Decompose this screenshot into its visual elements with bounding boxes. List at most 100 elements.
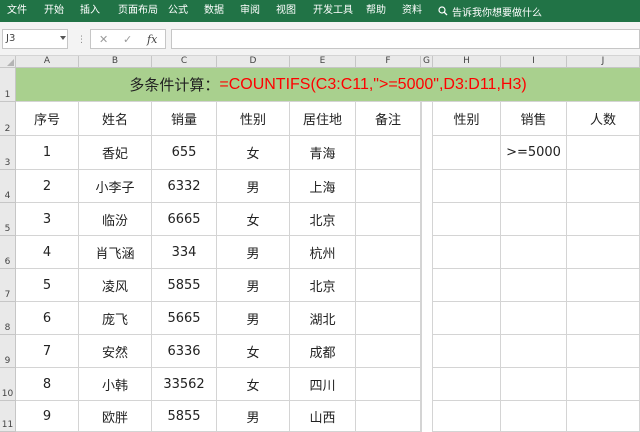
empty-cell[interactable] bbox=[433, 368, 501, 401]
criteria-header-gender[interactable]: 性别 bbox=[433, 102, 501, 136]
table-cell[interactable]: 女 bbox=[217, 368, 290, 401]
row-header-4[interactable]: 4 bbox=[0, 170, 16, 203]
row-header-5[interactable]: 5 bbox=[0, 203, 16, 236]
column-header-b[interactable]: B bbox=[79, 56, 152, 68]
empty-cell[interactable] bbox=[567, 368, 640, 401]
row-header-2[interactable]: 2 bbox=[0, 102, 16, 136]
column-header-d[interactable]: D bbox=[217, 56, 290, 68]
table-cell[interactable]: 1 bbox=[16, 136, 79, 170]
table-cell[interactable]: 青海 bbox=[290, 136, 356, 170]
table-cell[interactable]: 肖飞涵 bbox=[79, 236, 152, 269]
criteria-cell-sales[interactable]: >=5000 bbox=[501, 136, 567, 170]
enter-icon[interactable]: ✓ bbox=[123, 32, 132, 48]
empty-cell[interactable] bbox=[501, 236, 567, 269]
table-cell[interactable]: 北京 bbox=[290, 269, 356, 302]
tab-developer[interactable]: 开发工具 bbox=[313, 0, 353, 22]
empty-cell[interactable] bbox=[433, 401, 501, 432]
insert-function-icon[interactable]: fx bbox=[147, 32, 157, 48]
empty-cell[interactable] bbox=[501, 401, 567, 432]
table-cell[interactable]: 655 bbox=[152, 136, 217, 170]
table-cell[interactable]: 8 bbox=[16, 368, 79, 401]
column-header-h[interactable]: H bbox=[433, 56, 501, 68]
table-cell[interactable]: 7 bbox=[16, 335, 79, 368]
empty-cell[interactable] bbox=[501, 269, 567, 302]
table-cell[interactable] bbox=[356, 236, 421, 269]
column-header-c[interactable]: C bbox=[152, 56, 217, 68]
table-cell[interactable]: 欧胖 bbox=[79, 401, 152, 432]
tab-insert[interactable]: 插入 bbox=[80, 0, 100, 22]
empty-cell[interactable] bbox=[433, 302, 501, 335]
tab-help[interactable]: 帮助 bbox=[366, 0, 386, 22]
table-cell[interactable]: 6332 bbox=[152, 170, 217, 203]
empty-cell[interactable] bbox=[567, 203, 640, 236]
table-cell[interactable]: 山西 bbox=[290, 401, 356, 432]
column-header-a[interactable]: A bbox=[16, 56, 79, 68]
tab-file[interactable]: 文件 bbox=[7, 0, 27, 22]
empty-cell[interactable] bbox=[567, 335, 640, 368]
empty-cell[interactable] bbox=[501, 302, 567, 335]
row-header-6[interactable]: 6 bbox=[0, 236, 16, 269]
criteria-header-sales[interactable]: 销售 bbox=[501, 102, 567, 136]
column-header-f[interactable]: F bbox=[356, 56, 421, 68]
table-cell[interactable] bbox=[356, 269, 421, 302]
table-cell[interactable] bbox=[356, 203, 421, 236]
empty-cell[interactable] bbox=[501, 335, 567, 368]
empty-cell[interactable] bbox=[501, 368, 567, 401]
criteria-cell-count[interactable] bbox=[567, 136, 640, 170]
table-cell[interactable]: 6336 bbox=[152, 335, 217, 368]
more-options-icon[interactable]: ⋮ bbox=[77, 35, 86, 45]
empty-cell[interactable] bbox=[433, 269, 501, 302]
empty-cell[interactable] bbox=[501, 203, 567, 236]
empty-cell[interactable] bbox=[567, 401, 640, 432]
empty-cell[interactable] bbox=[433, 236, 501, 269]
empty-cell[interactable] bbox=[567, 269, 640, 302]
table-cell[interactable]: 小李子 bbox=[79, 170, 152, 203]
row-header-1[interactable]: 1 bbox=[0, 68, 16, 102]
tab-view[interactable]: 视图 bbox=[276, 0, 296, 22]
column-header-e[interactable]: E bbox=[290, 56, 356, 68]
column-header-j[interactable]: J bbox=[567, 56, 640, 68]
empty-cell[interactable] bbox=[433, 203, 501, 236]
criteria-cell-gender[interactable] bbox=[433, 136, 501, 170]
table-cell[interactable]: 5855 bbox=[152, 401, 217, 432]
header-cell-sales[interactable]: 销量 bbox=[152, 102, 217, 136]
table-cell[interactable]: 男 bbox=[217, 302, 290, 335]
criteria-header-count[interactable]: 人数 bbox=[567, 102, 640, 136]
header-cell-notes[interactable]: 备注 bbox=[356, 102, 421, 136]
table-cell[interactable]: 男 bbox=[217, 269, 290, 302]
table-cell[interactable] bbox=[356, 335, 421, 368]
column-header-i[interactable]: I bbox=[501, 56, 567, 68]
table-cell[interactable]: 男 bbox=[217, 401, 290, 432]
table-cell[interactable]: 杭州 bbox=[290, 236, 356, 269]
table-cell[interactable]: 四川 bbox=[290, 368, 356, 401]
column-header-g[interactable]: G bbox=[421, 56, 433, 68]
header-cell-residence[interactable]: 居住地 bbox=[290, 102, 356, 136]
table-cell[interactable] bbox=[356, 401, 421, 432]
table-cell[interactable]: 成都 bbox=[290, 335, 356, 368]
table-cell[interactable] bbox=[356, 368, 421, 401]
cancel-icon[interactable]: ✕ bbox=[99, 32, 108, 48]
table-cell[interactable]: 5665 bbox=[152, 302, 217, 335]
empty-cell[interactable] bbox=[567, 170, 640, 203]
table-cell[interactable] bbox=[356, 302, 421, 335]
table-cell[interactable] bbox=[356, 170, 421, 203]
row-header-7[interactable]: 7 bbox=[0, 269, 16, 302]
table-cell[interactable]: 6665 bbox=[152, 203, 217, 236]
table-cell[interactable]: 4 bbox=[16, 236, 79, 269]
table-cell[interactable]: 5 bbox=[16, 269, 79, 302]
chevron-down-icon[interactable] bbox=[60, 36, 66, 40]
table-cell[interactable]: 安然 bbox=[79, 335, 152, 368]
empty-cell[interactable] bbox=[567, 302, 640, 335]
formula-banner[interactable]: 多条件计算： =COUNTIFS(C3:C11,">=5000",D3:D11,… bbox=[16, 68, 640, 102]
tab-formulas[interactable]: 公式 bbox=[168, 0, 188, 22]
row-header-3[interactable]: 3 bbox=[0, 136, 16, 170]
header-cell-index[interactable]: 序号 bbox=[16, 102, 79, 136]
table-cell[interactable]: 上海 bbox=[290, 170, 356, 203]
row-header-8[interactable]: 8 bbox=[0, 302, 16, 335]
empty-cell[interactable] bbox=[567, 236, 640, 269]
tab-home[interactable]: 开始 bbox=[44, 0, 64, 22]
empty-cell[interactable] bbox=[501, 170, 567, 203]
table-cell[interactable]: 9 bbox=[16, 401, 79, 432]
table-cell[interactable]: 33562 bbox=[152, 368, 217, 401]
table-cell[interactable]: 6 bbox=[16, 302, 79, 335]
